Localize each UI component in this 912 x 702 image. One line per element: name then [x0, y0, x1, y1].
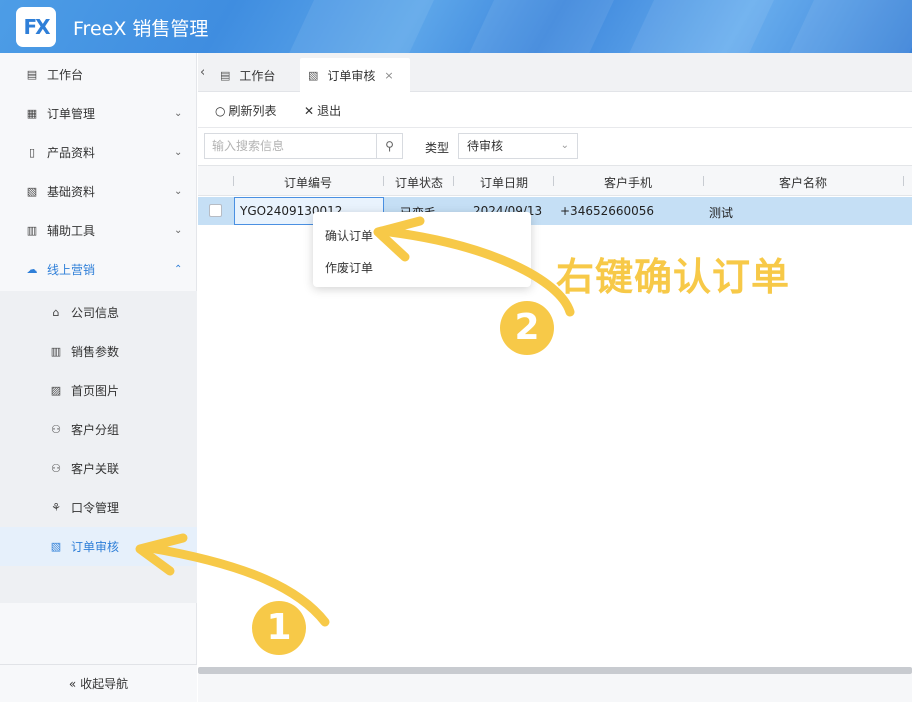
annotation-hint: 右键确认订单 — [556, 255, 791, 299]
collapse-nav-button[interactable]: « 收起导航 — [0, 664, 197, 702]
link-icon: ⚇ — [51, 461, 61, 475]
image-icon: ▨ — [50, 383, 62, 397]
sidebar-item-label: 线上营销 — [47, 263, 96, 277]
sidebar-item-dashboard[interactable]: ▤ 工作台 — [0, 55, 197, 94]
context-menu-confirm-order[interactable]: 确认订单 — [325, 227, 373, 244]
column-header[interactable]: 订单编号 — [284, 174, 332, 191]
audit-icon: ▧ — [50, 539, 62, 553]
sidebar-item-order-audit[interactable]: ▧ 订单审核 — [0, 527, 197, 566]
app-logo: FX — [16, 7, 56, 47]
sidebar-item-label: 公司信息 — [71, 306, 120, 320]
sidebar-item-label: 首页图片 — [71, 384, 120, 398]
token-icon: ⚘ — [51, 500, 61, 514]
sidebar-item-online-marketing[interactable]: ☁ 线上营销 ⌃ — [0, 250, 197, 289]
search-button[interactable]: ⚲ — [376, 133, 403, 159]
tab-label: 工作台 — [239, 68, 276, 83]
refresh-label: 刷新列表 — [228, 104, 277, 118]
chevron-down-icon: ⌄ — [174, 225, 183, 236]
group-icon: ⚇ — [51, 422, 61, 436]
type-label: 类型 — [425, 141, 450, 155]
app-title: FreeX 销售管理 — [73, 18, 209, 40]
customer-phone-cell: +34652660056 — [560, 204, 655, 218]
tab-dashboard[interactable]: ▤ 工作台 — [218, 58, 300, 92]
bank-icon: ⌂ — [52, 305, 60, 319]
exit-button[interactable]: ✕ 退出 — [304, 102, 341, 119]
context-menu: 确认订单 作废订单 — [313, 212, 531, 287]
sidebar-item-label: 客户关联 — [71, 462, 120, 476]
grid-footer — [198, 674, 912, 702]
sidebar-item-label: 订单审核 — [71, 540, 120, 554]
tab-order-audit[interactable]: ▧ 订单审核 × — [300, 58, 410, 92]
search-icon: ⚲ — [385, 139, 394, 153]
step-badge-1: 1 — [252, 601, 306, 655]
chevron-up-icon: ⌃ — [174, 264, 183, 275]
sidebar-item-label: 产品资料 — [47, 146, 96, 160]
tab-bar: ‹ ▤ 工作台 ▧ 订单审核 × — [198, 53, 912, 92]
horizontal-scrollbar[interactable] — [198, 667, 912, 674]
sidebar-item-label: 工作台 — [47, 68, 84, 82]
sidebar-item-company-info[interactable]: ⌂ 公司信息 — [0, 293, 197, 332]
sidebar-item-customer-links[interactable]: ⚇ 客户关联 — [0, 449, 197, 488]
toolbar: ○ 刷新列表 ✕ 退出 — [198, 92, 912, 128]
sidebar-item-products[interactable]: ▯ 产品资料 ⌄ — [0, 133, 197, 172]
sidebar-item-home-images[interactable]: ▨ 首页图片 — [0, 371, 197, 410]
close-icon: ✕ — [304, 103, 315, 118]
column-header[interactable]: 客户手机 — [604, 174, 652, 191]
orders-grid: 订单编号 订单状态 订单日期 客户手机 客户名称 YGO2409130012 已… — [198, 165, 912, 668]
column-header[interactable]: 订单状态 — [395, 174, 443, 191]
app-header: FX FreeX 销售管理 — [0, 0, 912, 53]
base-data-icon: ▧ — [26, 184, 38, 198]
sidebar: ▤ 工作台 ▦ 订单管理 ⌄ ▯ 产品资料 ⌄ ▧ 基础资料 ⌄ ▥ 辅助工具 … — [0, 53, 197, 702]
exit-label: 退出 — [317, 104, 342, 118]
chevron-down-icon: ⌄ — [174, 108, 183, 119]
chevron-down-icon: ⌄ — [174, 147, 183, 158]
close-icon[interactable]: × — [384, 69, 393, 82]
sidebar-item-label: 订单管理 — [47, 107, 96, 121]
audit-icon: ▧ — [308, 68, 319, 82]
sidebar-item-order-management[interactable]: ▦ 订单管理 ⌄ — [0, 94, 197, 133]
sidebar-item-label: 基础资料 — [47, 185, 96, 199]
order-icon: ▦ — [26, 106, 38, 120]
sidebar-item-token-management[interactable]: ⚘ 口令管理 — [0, 488, 197, 527]
sidebar-item-tools[interactable]: ▥ 辅助工具 ⌄ — [0, 211, 197, 250]
params-icon: ▥ — [50, 344, 62, 358]
cloud-icon: ☁ — [26, 262, 38, 276]
row-checkbox[interactable] — [209, 204, 222, 217]
refresh-icon: ○ — [215, 103, 226, 118]
tools-icon: ▥ — [26, 223, 38, 237]
table-row[interactable]: YGO2409130012 已变毛 2024/09/13 +3465266005… — [198, 197, 912, 225]
search-bar: 输入搜索信息 ⚲ 类型 待审核 ⌄ — [198, 128, 912, 165]
grid-header: 订单编号 订单状态 订单日期 客户手机 客户名称 — [198, 166, 912, 196]
chevron-down-icon: ⌄ — [174, 186, 183, 197]
collapse-nav-label: 收起导航 — [80, 677, 129, 691]
type-select[interactable]: 待审核 ⌄ — [458, 133, 578, 159]
tab-label: 订单审核 — [327, 68, 376, 83]
sidebar-item-base-data[interactable]: ▧ 基础资料 ⌄ — [0, 172, 197, 211]
sidebar-item-label: 客户分组 — [71, 423, 120, 437]
product-icon: ▯ — [28, 145, 36, 159]
sidebar-item-label: 口令管理 — [71, 501, 120, 515]
search-input[interactable]: 输入搜索信息 — [204, 133, 376, 159]
step-badge-2: 2 — [500, 301, 554, 355]
context-menu-void-order[interactable]: 作废订单 — [325, 259, 373, 276]
type-select-value: 待审核 — [467, 139, 504, 153]
dashboard-icon: ▤ — [220, 68, 231, 82]
refresh-list-button[interactable]: ○ 刷新列表 — [215, 102, 277, 119]
column-header[interactable]: 订单日期 — [480, 174, 528, 191]
chevron-down-icon: ⌄ — [560, 140, 569, 151]
chevron-left-icon[interactable]: ‹ — [200, 65, 205, 80]
sidebar-item-sales-params[interactable]: ▥ 销售参数 — [0, 332, 197, 371]
sidebar-item-label: 销售参数 — [71, 345, 120, 359]
double-chevron-left-icon: « — [68, 676, 77, 691]
sidebar-item-label: 辅助工具 — [47, 224, 96, 238]
customer-name-cell: 测试 — [709, 206, 734, 220]
dashboard-icon: ▤ — [26, 67, 38, 81]
column-header[interactable]: 客户名称 — [779, 174, 827, 191]
sidebar-item-customer-groups[interactable]: ⚇ 客户分组 — [0, 410, 197, 449]
